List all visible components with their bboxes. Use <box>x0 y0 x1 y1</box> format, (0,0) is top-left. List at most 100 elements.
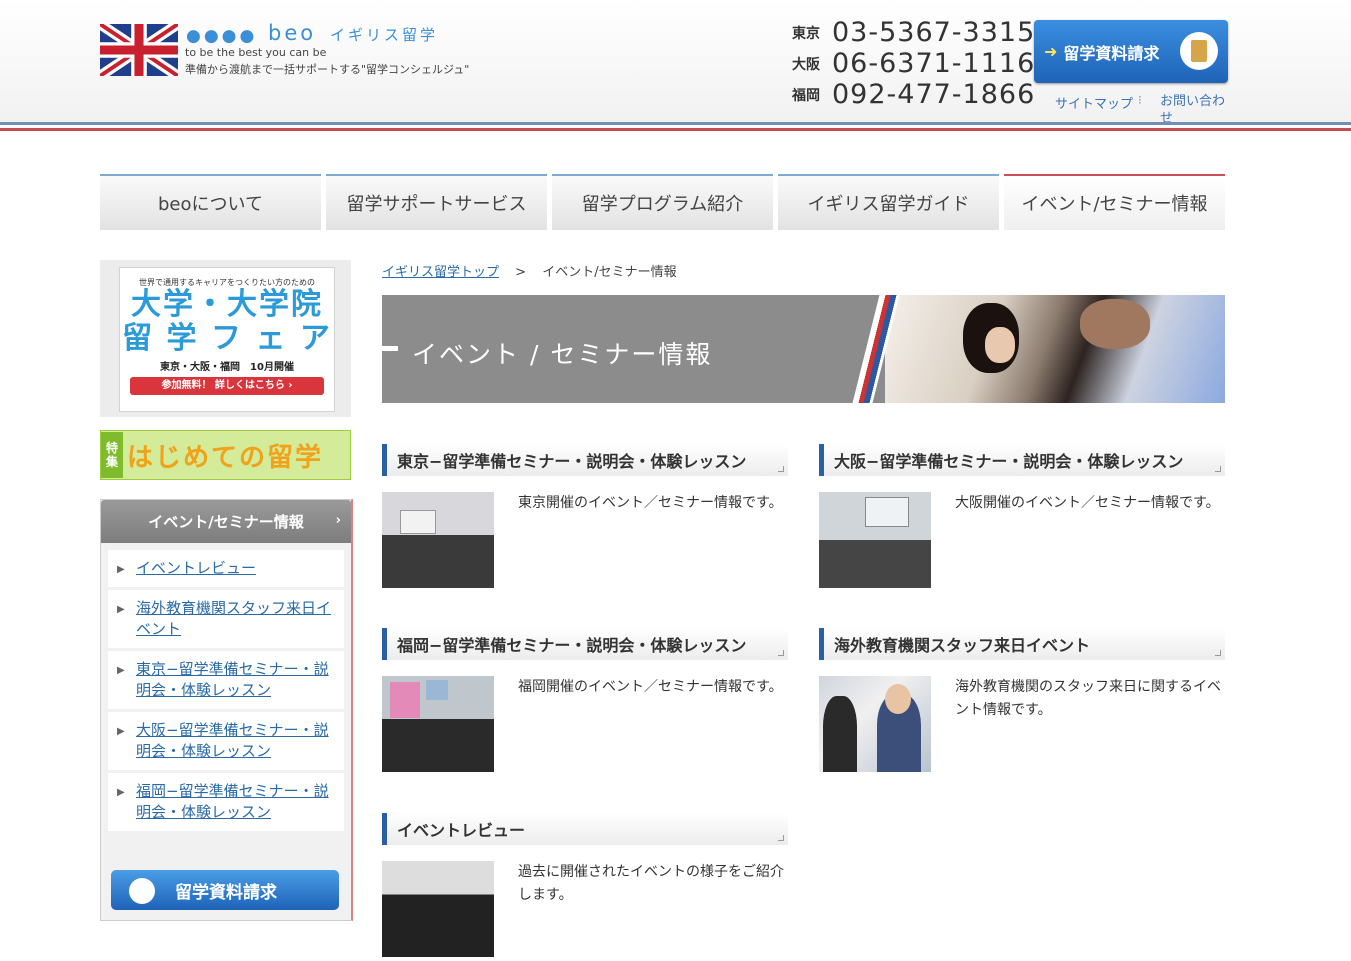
study-fair-banner[interactable]: 世界で通用するキャリアをつくりたい方のための 大学・大学院 留 学 フ ェ ア … <box>100 260 351 417</box>
tagline-english: to be the best you can be <box>185 46 327 59</box>
nav-item-programs[interactable]: 留学プログラム紹介 <box>552 174 773 230</box>
study-fair-banner-card: 世界で通用するキャリアをつくりたい方のための 大学・大学院 留 学 フ ェ ア … <box>119 267 335 412</box>
divider-red-line <box>0 128 1351 131</box>
breadcrumb-separator: > <box>515 265 527 280</box>
phone-city: 東京 <box>792 25 820 42</box>
section-body: 大阪開催のイベント／セミナー情報です。 <box>819 492 1225 592</box>
fair-banner-title-line2: 留 学 フ ェ ア <box>122 321 332 356</box>
section-heading-link[interactable]: 福岡−留学準備セミナー・説明会・体験レッスン <box>397 632 746 656</box>
phone-row-tokyo: 東京 03-5367-3315 <box>792 17 1035 48</box>
sidebar-item-fukuoka-seminar: ▶ 福岡−留学準備セミナー・説明会・体験レッスン <box>108 773 344 831</box>
arrow-right-icon: ➜ <box>1044 42 1058 61</box>
section-osaka: 大阪−留学準備セミナー・説明会・体験レッスン 大阪開催のイベント／セミナー情報で… <box>819 444 1225 592</box>
contact-link[interactable]: お問い合わせ <box>1160 93 1230 123</box>
util-separator: ⁝ <box>1138 93 1142 107</box>
section-thumbnail[interactable] <box>382 492 494 588</box>
thumbnail-screen <box>390 682 420 718</box>
page-hero-banner: イベント / セミナー情報 <box>382 295 1225 403</box>
global-nav: beoについて 留学サポートサービス 留学プログラム紹介 イギリス留学ガイド イ… <box>100 174 1225 230</box>
first-study-abroad-text: はじめての留学 <box>127 442 324 473</box>
sitemap-link[interactable]: サイトマップ <box>1055 93 1133 112</box>
union-jack-logo-icon[interactable] <box>100 24 178 76</box>
triangle-right-icon: ▶ <box>117 787 125 798</box>
hero-photo-figure <box>1080 299 1150 349</box>
section-heading-link[interactable]: 海外教育機関スタッフ来日イベント <box>834 632 1090 656</box>
section-tokyo: 東京−留学準備セミナー・説明会・体験レッスン 東京開催のイベント／セミナー情報で… <box>382 444 788 592</box>
logo-subtitle[interactable]: イギリス留学 <box>330 24 438 45</box>
thumbnail-screen <box>865 497 909 527</box>
triangle-right-icon: ▶ <box>117 604 125 615</box>
feature-tag: 特集 <box>101 432 123 478</box>
section-thumbnail[interactable] <box>819 676 931 772</box>
fair-banner-button[interactable]: 参加無料！ 詳しくはこちら › <box>130 377 324 395</box>
phone-number: 092-477-1866 <box>832 79 1036 110</box>
thumbnail-face <box>885 684 911 714</box>
breadcrumb: イギリス留学トップ > イベント/セミナー情報 <box>382 261 677 280</box>
section-thumbnail[interactable] <box>819 492 931 588</box>
section-thumbnail[interactable] <box>382 676 494 772</box>
sidebar-item-link[interactable]: 大阪−留学準備セミナー・説明会・体験レッスン <box>136 721 329 760</box>
document-icon <box>129 878 155 904</box>
sidebar-nav: イベント/セミナー情報 › ▶ イベントレビュー ▶ 海外教育機関スタッフ来日イ… <box>100 499 353 921</box>
thumbnail-screen <box>400 510 436 534</box>
section-heading[interactable]: 大阪−留学準備セミナー・説明会・体験レッスン <box>819 444 1225 476</box>
phone-city: 福岡 <box>792 87 820 104</box>
section-fukuoka: 福岡−留学準備セミナー・説明会・体験レッスン 福岡開催のイベント／セミナー情報で… <box>382 628 788 776</box>
phone-number: 03-5367-3315 <box>832 17 1036 48</box>
sidebar-item-link[interactable]: 東京−留学準備セミナー・説明会・体験レッスン <box>136 660 329 699</box>
sidebar-item-event-review: ▶ イベントレビュー <box>108 550 344 587</box>
tagline-japanese: 準備から渡航まで一括サポートする"留学コンシェルジュ" <box>185 63 470 76</box>
section-heading[interactable]: 東京−留学準備セミナー・説明会・体験レッスン <box>382 444 788 476</box>
phone-row-fukuoka: 福岡 092-477-1866 <box>792 79 1035 110</box>
section-event-review: イベントレビュー 過去に開催されたイベントの様子をご紹介します。 <box>382 813 788 961</box>
breadcrumb-current: イベント/セミナー情報 <box>542 265 677 280</box>
section-heading-link[interactable]: イベントレビュー <box>397 817 525 841</box>
section-heading[interactable]: 海外教育機関スタッフ来日イベント <box>819 628 1225 660</box>
sidebar-nav-title[interactable]: イベント/セミナー情報 › <box>101 500 351 543</box>
phone-number: 06-6371-1116 <box>832 48 1036 79</box>
logo-name[interactable]: beo <box>268 21 316 45</box>
triangle-right-icon: ▶ <box>117 564 125 575</box>
nav-item-support-services[interactable]: 留学サポートサービス <box>326 174 547 230</box>
document-icon <box>1180 32 1218 70</box>
section-body: 東京開催のイベント／セミナー情報です。 <box>382 492 788 592</box>
nav-item-about[interactable]: beoについて <box>100 174 321 230</box>
thumbnail-screen <box>426 680 448 700</box>
hero-photo <box>885 295 1225 403</box>
nav-item-uk-guide[interactable]: イギリス留学ガイド <box>778 174 999 230</box>
fair-banner-locations: 東京・大阪・福岡 10月開催 <box>160 362 294 373</box>
request-brochure-button[interactable]: ➜ 留学資料請求 <box>1034 20 1228 83</box>
nav-item-events[interactable]: イベント/セミナー情報 <box>1004 174 1225 230</box>
sidebar-nav-list: ▶ イベントレビュー ▶ 海外教育機関スタッフ来日イベント ▶ 東京−留学準備セ… <box>108 550 344 834</box>
section-thumbnail[interactable] <box>382 861 494 957</box>
section-description: 大阪開催のイベント／セミナー情報です。 <box>955 495 1220 511</box>
phone-list: 東京 03-5367-3315 大阪 06-6371-1116 福岡 092-4… <box>792 17 1035 110</box>
section-body: 海外教育機関のスタッフ来日に関するイベント情報です。 <box>819 676 1225 776</box>
divider-blue-line <box>0 122 1351 125</box>
triangle-right-icon: ▶ <box>117 726 125 737</box>
site-header: ●●●● beo イギリス留学 to be the best you can b… <box>0 0 1351 125</box>
fair-banner-title-line1: 大学・大学院 <box>131 287 323 322</box>
section-heading[interactable]: イベントレビュー <box>382 813 788 845</box>
phone-row-osaka: 大阪 06-6371-1116 <box>792 48 1035 79</box>
sidebar-item-link[interactable]: 福岡−留学準備セミナー・説明会・体験レッスン <box>136 782 329 821</box>
section-description: 東京開催のイベント／セミナー情報です。 <box>518 495 783 511</box>
sidebar-item-tokyo-seminar: ▶ 東京−留学準備セミナー・説明会・体験レッスン <box>108 651 344 709</box>
section-body: 過去に開催されたイベントの様子をご紹介します。 <box>382 861 788 961</box>
section-heading-link[interactable]: 大阪−留学準備セミナー・説明会・体験レッスン <box>834 448 1183 472</box>
breadcrumb-home-link[interactable]: イギリス留学トップ <box>382 265 499 280</box>
chevron-right-icon: › <box>335 513 341 528</box>
section-heading-link[interactable]: 東京−留学準備セミナー・説明会・体験レッスン <box>397 448 746 472</box>
sidebar-nav-title-label: イベント/セミナー情報 <box>148 513 304 531</box>
thumbnail-figure <box>823 696 857 772</box>
section-description: 海外教育機関のスタッフ来日に関するイベント情報です。 <box>955 679 1221 718</box>
hero-title-marker <box>382 346 398 351</box>
page-title: イベント / セミナー情報 <box>412 340 713 369</box>
sidebar-item-link[interactable]: イベントレビュー <box>136 559 256 577</box>
sidebar-request-brochure-button[interactable]: 留学資料請求 <box>111 870 339 910</box>
section-description: 福岡開催のイベント／セミナー情報です。 <box>518 679 783 695</box>
section-heading[interactable]: 福岡−留学準備セミナー・説明会・体験レッスン <box>382 628 788 660</box>
phone-city: 大阪 <box>792 56 820 73</box>
sidebar-item-link[interactable]: 海外教育機関スタッフ来日イベント <box>136 599 331 638</box>
first-study-abroad-banner[interactable]: 特集 はじめての留学 <box>100 430 351 480</box>
